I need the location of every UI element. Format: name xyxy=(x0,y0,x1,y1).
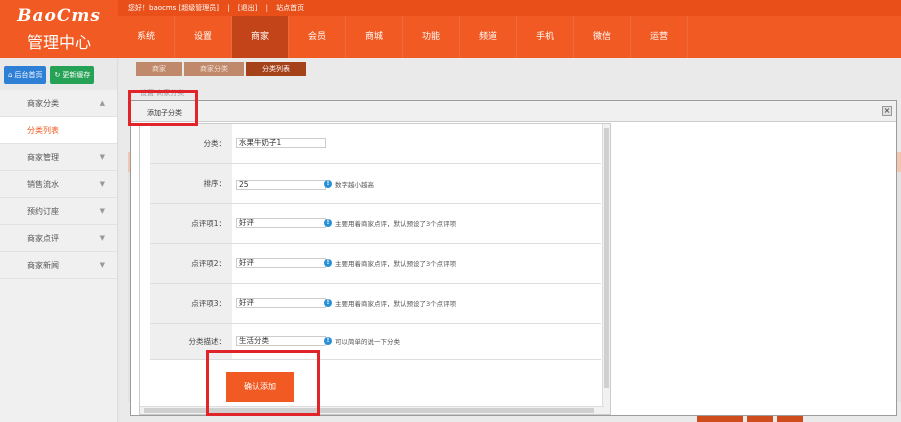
field-hint: ! 主要用着商家点评，默认预设了3个点评项 xyxy=(324,298,456,308)
vertical-scrollbar[interactable] xyxy=(602,124,610,414)
chevron-up-icon: ▲ xyxy=(99,99,105,107)
category-input[interactable]: 水果牛奶子1 xyxy=(236,138,326,148)
review-item-1-input[interactable]: 好评 xyxy=(236,218,326,228)
logo: BaoCms xyxy=(17,6,101,26)
breadcrumb-item[interactable]: 商家分类 xyxy=(184,62,244,76)
info-icon: ! xyxy=(324,299,332,307)
form-row-review-3: 点评项3： 好评 ! 主要用着商家点评，默认预设了3个点评项 xyxy=(150,284,601,324)
highlight-confirm-button xyxy=(206,350,320,416)
nav-features[interactable]: 功能 xyxy=(403,16,460,58)
nav-system[interactable]: 系统 xyxy=(118,16,175,58)
field-hint: ! 数字越小越高 xyxy=(324,179,374,189)
breadcrumb-item[interactable]: 分类列表 xyxy=(246,62,306,76)
description-input[interactable]: 生活分类 xyxy=(236,336,326,346)
field-hint: ! 主要用着商家点评，默认预设了3个点评项 xyxy=(324,218,456,228)
sidebar-item-sales-flow[interactable]: 销售流水 ▼ xyxy=(0,171,117,198)
field-hint: ! 主要用着商家点评，默认预设了3个点评项 xyxy=(324,258,456,268)
sidebar-item-merchant-news[interactable]: 商家新闻 ▼ xyxy=(0,252,117,279)
logout-link[interactable]: [退出] xyxy=(238,4,257,12)
info-icon: ! xyxy=(324,180,332,188)
info-icon: ! xyxy=(324,337,332,345)
dialog-header: 添加子分类 × xyxy=(131,101,896,122)
top-bar: 您好！baocms [超级管理员] | [退出] | 站点首页 系统 设置 商家… xyxy=(118,0,901,58)
breadcrumb: 商家 商家分类 分类列表 xyxy=(136,62,308,76)
chevron-down-icon: ▼ xyxy=(99,234,105,242)
sidebar-item-merchant-category[interactable]: 商家分类 ▲ xyxy=(0,90,117,117)
home-icon: ⌂ xyxy=(8,71,13,79)
sidebar-item-merchant-reviews[interactable]: 商家点评 ▼ xyxy=(0,225,117,252)
scrollbar-thumb[interactable] xyxy=(604,128,609,388)
sidebar-item-category-list[interactable]: 分类列表 xyxy=(0,117,117,144)
form-row-review-1: 点评项1： 好评 ! 主要用着商家点评，默认预设了3个点评项 xyxy=(150,204,601,244)
sidebar: ⌂ 后台首页 ↻ 更新缓存 商家分类 ▲ 分类列表 商家管理 ▼ 销售流水 ▼ … xyxy=(0,58,118,422)
field-label: 分类： xyxy=(150,124,232,163)
field-label: 点评项3： xyxy=(150,284,232,323)
review-item-3-input[interactable]: 好评 xyxy=(236,298,326,308)
chevron-down-icon: ▼ xyxy=(99,207,105,215)
nav-channel[interactable]: 频道 xyxy=(460,16,517,58)
field-label: 排序： xyxy=(150,164,232,203)
brand-area: BaoCms 管理中心 xyxy=(0,0,118,58)
form-row-sort: 排序： 25 ! 数字越小越高 xyxy=(150,164,601,204)
field-hint: ! 可以简单的说一下分类 xyxy=(324,336,400,346)
info-icon: ! xyxy=(324,219,332,227)
info-icon: ! xyxy=(324,259,332,267)
site-home-link[interactable]: 站点首页 xyxy=(276,4,304,12)
nav-wechat[interactable]: 微信 xyxy=(574,16,631,58)
nav-settings[interactable]: 设置 xyxy=(175,16,232,58)
review-item-2-input[interactable]: 好评 xyxy=(236,258,326,268)
admin-home-button[interactable]: ⌂ 后台首页 xyxy=(4,66,47,84)
nav-member[interactable]: 会员 xyxy=(289,16,346,58)
greeting-text: 您好！baocms [超级管理员] xyxy=(128,4,220,12)
breadcrumb-item[interactable]: 商家 xyxy=(136,62,182,76)
nav-mobile[interactable]: 手机 xyxy=(517,16,574,58)
sidebar-item-merchant-management[interactable]: 商家管理 ▼ xyxy=(0,144,117,171)
close-icon[interactable]: × xyxy=(882,106,892,116)
form-row-review-2: 点评项2： 好评 ! 主要用着商家点评，默认预设了3个点评项 xyxy=(150,244,601,284)
field-label: 点评项2： xyxy=(150,244,232,283)
user-line: 您好！baocms [超级管理员] | [退出] | 站点首页 xyxy=(118,0,901,16)
brand-subtitle: 管理中心 xyxy=(26,33,91,52)
chevron-down-icon: ▼ xyxy=(99,153,105,161)
main-nav: 系统 设置 商家 会员 商城 功能 频道 手机 微信 运营 xyxy=(118,16,901,58)
nav-operations[interactable]: 运营 xyxy=(631,16,688,58)
form-row-category: 分类： 水果牛奶子1 xyxy=(150,124,601,164)
refresh-cache-button[interactable]: ↻ 更新缓存 xyxy=(50,66,95,84)
sort-input[interactable]: 25 xyxy=(236,180,326,190)
sidebar-item-reservations[interactable]: 预约订座 ▼ xyxy=(0,198,117,225)
nav-merchant[interactable]: 商家 xyxy=(232,16,289,58)
chevron-down-icon: ▼ xyxy=(99,261,105,269)
nav-mall[interactable]: 商城 xyxy=(346,16,403,58)
highlight-dialog-title xyxy=(128,90,198,126)
refresh-icon: ↻ xyxy=(54,71,61,79)
chevron-down-icon: ▼ xyxy=(99,180,105,188)
field-label: 点评项1： xyxy=(150,204,232,243)
